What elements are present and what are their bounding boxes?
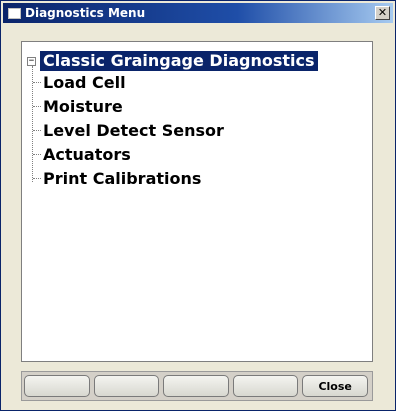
tree-item-level-detect-sensor[interactable]: Level Detect Sensor [33, 118, 224, 142]
close-icon[interactable]: ✕ [375, 6, 390, 20]
tree-item-load-cell[interactable]: Load Cell [33, 70, 126, 94]
tree-connector-line [33, 177, 41, 179]
tree-root-label[interactable]: Classic Graingage Diagnostics [40, 51, 318, 71]
blank-button-1[interactable] [24, 375, 90, 397]
diagnostics-window: Diagnostics Menu ✕ − Classic Graingage D… [0, 0, 396, 411]
blank-button-3[interactable] [163, 375, 229, 397]
diagnostics-tree[interactable]: − Classic Graingage Diagnostics Load Cel… [21, 41, 373, 362]
window-title: Diagnostics Menu [25, 6, 146, 20]
tree-collapse-icon[interactable]: − [27, 56, 36, 66]
tree-item-label: Actuators [43, 144, 131, 164]
blank-button-2[interactable] [93, 375, 160, 397]
tree-connector-line [33, 129, 41, 131]
tree-connector-line [33, 105, 41, 107]
tree-item-label: Moisture [43, 96, 123, 116]
tree-connector-line [33, 81, 41, 83]
tree-item-label: Load Cell [43, 72, 126, 92]
button-bar: Close [21, 371, 373, 401]
tree-item-print-calibrations[interactable]: Print Calibrations [33, 166, 201, 190]
close-button[interactable]: Close [302, 375, 368, 397]
title-bar[interactable]: Diagnostics Menu ✕ [3, 3, 393, 23]
blank-button-4[interactable] [232, 375, 299, 397]
tree-item-actuators[interactable]: Actuators [33, 142, 131, 166]
window-icon [8, 7, 21, 19]
tree-root-item[interactable]: − Classic Graingage Diagnostics [27, 51, 318, 71]
tree-item-label: Print Calibrations [43, 168, 202, 188]
tree-connector-line [33, 153, 41, 155]
tree-item-label: Level Detect Sensor [43, 120, 224, 140]
tree-item-moisture[interactable]: Moisture [33, 94, 123, 118]
